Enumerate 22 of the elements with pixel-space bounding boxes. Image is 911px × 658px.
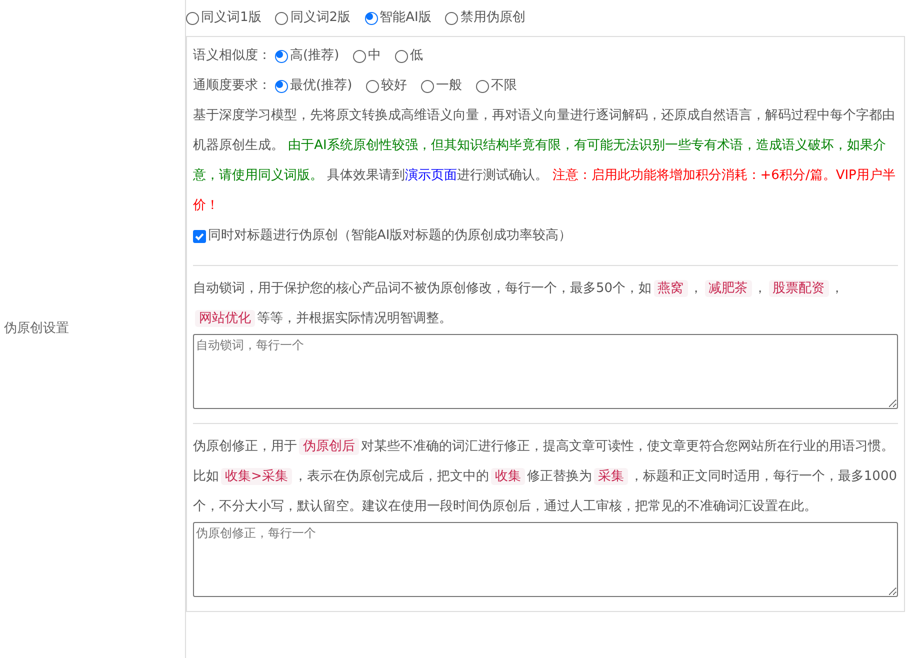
text-area[interactable]: 伪原创修正，每行一个 (193, 522, 898, 597)
check-icon (194, 230, 205, 242)
mode-radio[interactable]: 同义词2版 (275, 8, 351, 28)
mode-radio[interactable]: 禁用伪原创 (445, 8, 526, 28)
mode-radio[interactable]: 同义词1版 (186, 8, 262, 28)
title-checkbox[interactable]: 同时对标题进行伪原创（智能AI版对标题的伪原创成功率较高） (193, 221, 898, 251)
description-text: 伪原创修正，用于 伪原创后 对某些不准确的词汇进行修正，提高文章可读性，使文章更符合您网站所在行业的用语习惯。比如 收集>采集 ，表示在伪原创完成后，把文中的 收集 修正替换为 采集 ，标题和正文同时适用，每行一个，最多1000个，不分大小写，默认留空。建议在使用一段时间伪原创后，通过人工审核，把常见的不准确词汇设置在此。 (193, 437, 898, 516)
mode-radio[interactable]: 智能AI版 (364, 8, 432, 28)
description-text: 基于深度学习模型，先将原文转换成高维语义向量，再对语义向量进行逐词解码，还原成自然语言，解码过程中每个字都由机器原创生成。 由于AI系统原创性较强，但其知识结构毕竟有限，有可能无法识别一些专有术语，造成语义破坏，如果介意，请使用同义词版。 具体效果请到演示页面进行测试确认。 注意：启用此功能将增加积分消耗：+6积分/篇。VIP用户半价！ (193, 107, 896, 215)
settings-label: 伪原创设置 (3, 320, 69, 338)
option-label: 语义相似度： (193, 47, 271, 66)
option-radio[interactable]: 中 (353, 46, 382, 66)
option-radio[interactable]: 低 (395, 46, 424, 66)
option-radio[interactable]: 一般 (421, 76, 462, 96)
demo-page-link[interactable]: 演示页面 (405, 168, 458, 183)
option-radio[interactable]: 高(推荐) (275, 46, 340, 66)
option-radio[interactable]: 不限 (476, 76, 518, 96)
option-label: 通顺度要求： (193, 77, 271, 96)
text-area[interactable]: 自动锁词，每行一个 (193, 334, 898, 409)
option-radio[interactable]: 较好 (366, 76, 408, 96)
option-radio[interactable]: 最优(推荐) (275, 76, 352, 96)
description-text: 自动锁词，用于保护您的核心产品词不被伪原创修改，每行一个，最多50个，如 燕窝 ， 减肥茶 ， 股票配资 ， 网站优化 等等，并根据实际情况明智调整。 (193, 279, 845, 329)
